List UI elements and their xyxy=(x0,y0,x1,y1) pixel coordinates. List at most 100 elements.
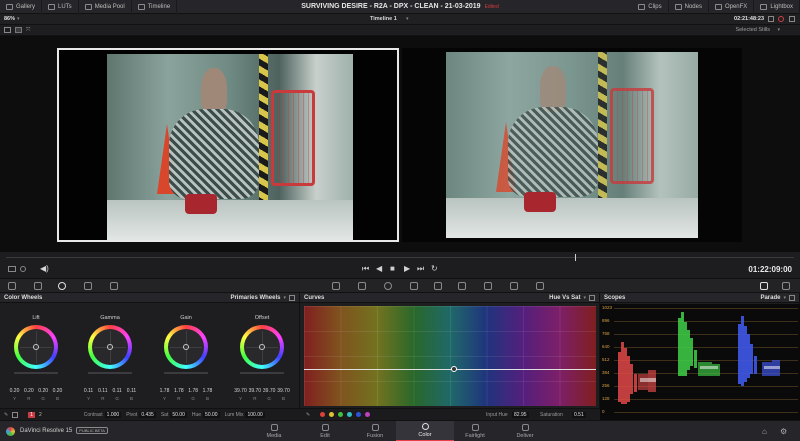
view-options-icon[interactable] xyxy=(8,266,16,272)
saturation-value[interactable]: 0.51 xyxy=(572,411,586,418)
fullscreen-icon[interactable] xyxy=(789,16,795,22)
page-1-button[interactable]: 1 xyxy=(28,411,35,418)
gain-y-value[interactable]: 1.78 xyxy=(158,388,171,394)
scopes-mode-select[interactable]: Parade xyxy=(760,295,780,301)
pivot-value[interactable]: 0.435 xyxy=(139,411,156,418)
gain-color-wheel[interactable] xyxy=(164,325,208,369)
lightbox-button[interactable]: Lightbox xyxy=(754,0,800,14)
gallery-button[interactable]: Gallery xyxy=(0,0,43,14)
volume-icon[interactable]: ◀) xyxy=(40,264,49,273)
color-wheels-icon[interactable] xyxy=(58,282,66,290)
lift-y-value[interactable]: 0.20 xyxy=(8,388,21,394)
gamma-color-wheel[interactable] xyxy=(88,325,132,369)
openfx-button[interactable]: OpenFX xyxy=(709,0,755,14)
gamma-y-value[interactable]: 0.11 xyxy=(82,388,95,394)
pivot-param[interactable]: Pivot 0.435 xyxy=(126,411,156,418)
hue-swatch-6[interactable] xyxy=(365,412,371,417)
scrubber-bar[interactable] xyxy=(0,252,800,262)
3d-icon[interactable] xyxy=(536,282,544,290)
wheels-mode-chevron-icon[interactable]: ▾ xyxy=(283,295,286,301)
gain-master-slider[interactable] xyxy=(164,372,208,374)
timeline-chevron-icon[interactable]: ▾ xyxy=(406,16,409,22)
sat-param[interactable]: Sat 50.00 xyxy=(161,411,187,418)
hue-value[interactable]: 50.00 xyxy=(203,411,220,418)
curves-picker-icon[interactable]: ✎ xyxy=(306,412,310,418)
curves-mode-select[interactable]: Hue Vs Sat xyxy=(549,295,580,301)
color-match-icon[interactable] xyxy=(34,282,42,290)
motion-effects-icon[interactable] xyxy=(110,282,118,290)
offset-y-value[interactable]: 39.70 xyxy=(234,388,247,394)
wheels-reset-icon[interactable] xyxy=(289,294,295,301)
lum-mix-param[interactable]: Lum Mix 100.00 xyxy=(225,411,265,418)
hue-swatch-3[interactable] xyxy=(338,412,344,417)
picker-icon[interactable]: ✎ xyxy=(4,412,8,418)
lift-b-value[interactable]: 0.20 xyxy=(51,388,64,394)
gamma-g-value[interactable]: 0.11 xyxy=(111,388,124,394)
hue-swatch-4[interactable] xyxy=(347,412,353,417)
lift-g-value[interactable]: 0.20 xyxy=(37,388,50,394)
split-view-icon[interactable] xyxy=(15,27,22,33)
magic-mask-icon[interactable] xyxy=(434,282,442,290)
offset-r-value[interactable]: 39.70 xyxy=(248,388,262,394)
gain-g-value[interactable]: 1.78 xyxy=(187,388,200,394)
media-pool-button[interactable]: Media Pool xyxy=(79,0,132,14)
hue-swatch-2[interactable] xyxy=(329,412,335,417)
curves-reset-icon[interactable] xyxy=(589,294,595,301)
zoom-chevron-icon[interactable]: ▾ xyxy=(17,16,20,22)
hue-swatch-5[interactable] xyxy=(356,412,362,417)
zoom-level[interactable]: 86% xyxy=(4,16,15,22)
playhead[interactable] xyxy=(575,254,576,261)
page-tab-media[interactable]: Media xyxy=(245,421,303,441)
offset-b-value[interactable]: 39.70 xyxy=(277,388,290,394)
contrast-param[interactable]: Contrast 1.000 xyxy=(84,411,122,418)
hue-swatch-1[interactable] xyxy=(320,412,326,417)
scopes-mode-chevron-icon[interactable]: ▾ xyxy=(783,295,786,301)
viewer-mode-icon[interactable] xyxy=(768,16,774,22)
curves-icon[interactable] xyxy=(332,282,340,290)
blur-icon[interactable] xyxy=(458,282,466,290)
gamma-r-value[interactable]: 0.11 xyxy=(96,388,109,394)
offset-color-wheel[interactable] xyxy=(240,325,284,369)
timeline-button[interactable]: Timeline xyxy=(132,0,178,14)
wheel-offset[interactable]: Offset 39.70 39.70 39.70 39.70 YRGB xyxy=(234,315,290,401)
transform-icon[interactable]: ⤧ xyxy=(26,27,30,34)
loop-playback-icon[interactable]: ↻ xyxy=(431,264,438,273)
auto-balance-icon[interactable] xyxy=(12,411,19,418)
luts-button[interactable]: LUTs xyxy=(42,0,79,14)
loop-icon[interactable] xyxy=(20,266,26,272)
home-icon[interactable]: ⌂ xyxy=(762,427,767,436)
stop-icon[interactable]: ■ xyxy=(390,264,395,273)
settings-gear-icon[interactable]: ⚙ xyxy=(780,427,787,436)
curve-control-point[interactable] xyxy=(451,366,457,372)
curves-mode-chevron-icon[interactable]: ▾ xyxy=(583,295,586,301)
lum-mix-value[interactable]: 100.00 xyxy=(245,411,265,418)
clips-button[interactable]: Clips xyxy=(632,0,669,14)
bypass-icon[interactable] xyxy=(778,16,784,22)
wheel-gain[interactable]: Gain 1.78 1.78 1.78 1.78 YRGB xyxy=(158,315,214,401)
gamma-master-slider[interactable] xyxy=(88,372,132,374)
offset-g-value[interactable]: 39.70 xyxy=(263,388,276,394)
window-icon[interactable] xyxy=(384,282,392,290)
hue-param[interactable]: Hue 50.00 xyxy=(192,411,220,418)
lift-r-value[interactable]: 0.20 xyxy=(22,388,35,394)
gamma-puck[interactable] xyxy=(107,344,113,350)
curve-line[interactable] xyxy=(304,369,596,370)
nodes-button[interactable]: Nodes xyxy=(669,0,709,14)
go-to-start-icon[interactable]: ⏮ xyxy=(362,264,369,274)
page-2-button[interactable]: 2 xyxy=(39,412,42,418)
reverse-icon[interactable]: ◀ xyxy=(376,264,382,273)
offset-master-slider[interactable] xyxy=(240,372,284,374)
hue-vs-sat-curve-editor[interactable] xyxy=(304,306,596,406)
sat-value[interactable]: 50.00 xyxy=(170,411,187,418)
play-icon[interactable]: ▶ xyxy=(404,264,410,273)
key-icon[interactable] xyxy=(484,282,492,290)
input-hue-value[interactable]: 82.95 xyxy=(512,411,529,418)
scopes-settings-icon[interactable] xyxy=(789,294,795,301)
lift-color-wheel[interactable] xyxy=(14,325,58,369)
selected-stills-label[interactable]: Selected Stills xyxy=(735,27,770,33)
gain-b-value[interactable]: 1.78 xyxy=(201,388,214,394)
tracker-icon[interactable] xyxy=(410,282,418,290)
go-to-end-icon[interactable]: ⏭ xyxy=(417,264,424,274)
viewer-frame-graded[interactable] xyxy=(57,48,399,242)
info-icon[interactable] xyxy=(782,282,790,290)
